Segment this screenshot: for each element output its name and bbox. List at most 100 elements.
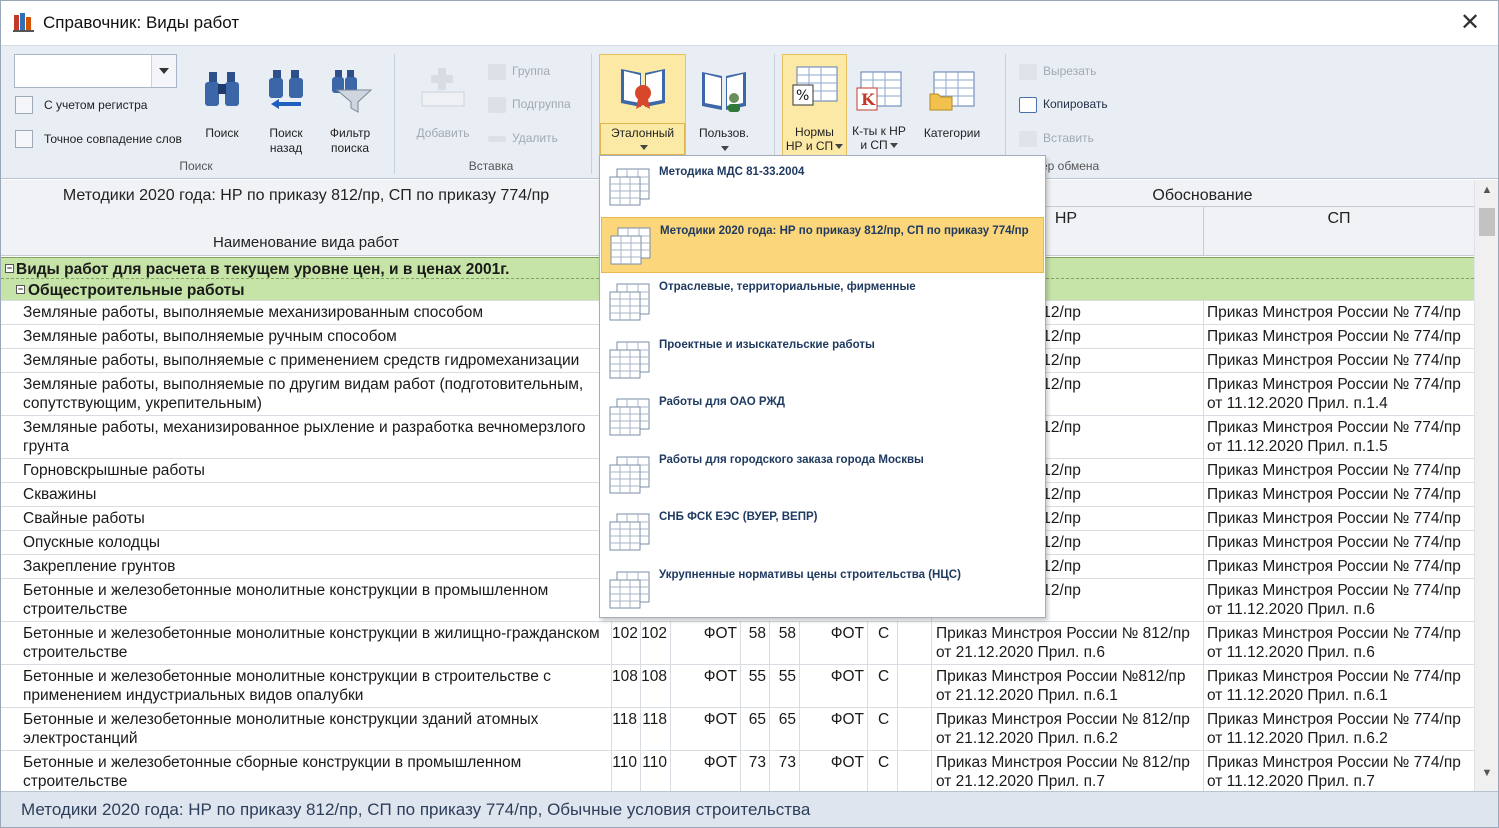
- work-type-name: Земляные работы, выполняемые ручным спос…: [23, 328, 397, 345]
- dropdown-item[interactable]: Укрупненные нормативы цены строительства…: [601, 562, 1044, 618]
- dropdown-item[interactable]: Методики 2020 года: НР по приказу 812/пр…: [601, 216, 1044, 273]
- paste-button[interactable]: Вставить: [1019, 128, 1094, 148]
- work-type-name: Земляные работы, механизированное рыхлен…: [23, 419, 586, 455]
- value-cell-d: 55: [740, 665, 769, 707]
- user-caret-icon: [691, 141, 757, 156]
- collapse-icon[interactable]: −: [16, 285, 25, 294]
- exact-match-label: Точное совпадение слов: [44, 132, 182, 146]
- table-row[interactable]: Бетонные и железобетонные монолитные кон…: [1, 708, 1474, 751]
- add-button[interactable]: Добавить: [407, 66, 479, 158]
- search-back-label-1: Поиск: [269, 126, 303, 140]
- add-row-icon: [421, 68, 465, 107]
- subgroup-button-label: Подгруппа: [512, 97, 571, 111]
- categories-button[interactable]: Категории: [915, 66, 989, 158]
- dropdown-item-label: Отраслевые, территориальные, фирменные: [659, 281, 916, 293]
- dropdown-item-label: Работы для ОАО РЖД: [659, 396, 785, 408]
- group-button-label: Группа: [512, 64, 551, 78]
- value-cell-c: ФОТ: [670, 665, 740, 707]
- dropdown-item[interactable]: Методика МДС 81-33.2004: [601, 159, 1044, 215]
- table-row[interactable]: Бетонные и железобетонные монолитные кон…: [1, 622, 1474, 665]
- filter-label-1: Фильтр: [329, 126, 371, 140]
- value-cell-b: 108: [640, 665, 670, 707]
- etalon-dropdown-part[interactable]: Эталонный: [600, 123, 685, 155]
- vertical-scrollbar[interactable]: ▲ ▼: [1474, 180, 1498, 791]
- norms-label-2: НР и СП: [783, 139, 846, 154]
- sp-basis-cell: Приказ Минстроя России № 774/пр от 11.12.…: [1203, 622, 1474, 664]
- case-sensitive-label: С учетом регистра: [44, 98, 148, 112]
- sp-basis-cell: Приказ Минстроя России № 774/пр: [1203, 459, 1474, 482]
- paste-icon: [1019, 130, 1037, 147]
- sp-header[interactable]: СП: [1204, 210, 1474, 228]
- dropdown-item[interactable]: Работы для городского заказа города Моск…: [601, 447, 1044, 503]
- value-cell-d: 65: [740, 708, 769, 750]
- dropdown-item[interactable]: Проектные и изыскательские работы: [601, 332, 1044, 388]
- table-doc-icon: [609, 398, 650, 436]
- norms-table-percent-icon: %: [792, 66, 837, 106]
- filter-funnel-icon: [332, 70, 373, 113]
- subgroup-icon: [488, 96, 506, 113]
- dropdown-item-label: СНБ ФСК ЕЭС (ВУЕР, ВЕПР): [659, 511, 818, 523]
- search-button[interactable]: Поиск: [191, 66, 253, 158]
- binoculars-back-icon: [269, 70, 303, 109]
- value-cell-a: 102: [611, 622, 640, 664]
- value-cell-b: 102: [640, 622, 670, 664]
- search-back-button[interactable]: Поиск назад: [255, 66, 317, 158]
- insert-group-label: Вставка: [468, 159, 514, 173]
- delete-button[interactable]: Удалить: [488, 128, 558, 148]
- dropdown-item-label: Работы для городского заказа города Моск…: [659, 453, 924, 466]
- scroll-thumb[interactable]: [1479, 208, 1495, 236]
- value-cell-e: 73: [769, 751, 799, 791]
- work-type-name: Земляные работы, выполняемые по другим в…: [23, 376, 584, 412]
- norms-button[interactable]: % Нормы НР и СП: [782, 54, 847, 156]
- delete-button-label: Удалить: [512, 131, 558, 145]
- table-doc-icon: [609, 341, 650, 378]
- delete-icon: [488, 135, 506, 142]
- sp-basis-cell: Приказ Минстроя России № 774/пр от 11.12.…: [1203, 579, 1474, 621]
- group-button[interactable]: Группа: [488, 61, 550, 81]
- subgroup-button[interactable]: Подгруппа: [488, 94, 571, 114]
- copy-button-label: Копировать: [1043, 97, 1108, 111]
- work-type-name: Бетонные и железобетонные монолитные кон…: [23, 625, 600, 661]
- table-doc-icon: [609, 571, 650, 608]
- sp-basis-cell: Приказ Минстроя России № 774/пр от 11.12.…: [1203, 708, 1474, 750]
- dropdown-item[interactable]: СНБ ФСК ЕЭС (ВУЕР, ВЕПР): [601, 504, 1044, 560]
- nr-header[interactable]: НР: [1046, 210, 1086, 228]
- table-doc-icon: [609, 513, 650, 551]
- chevron-down-icon[interactable]: [151, 55, 176, 87]
- case-sensitive-checkbox[interactable]: [15, 96, 33, 114]
- user-button[interactable]: Пользов.: [691, 66, 757, 158]
- scroll-down-icon[interactable]: ▼: [1475, 767, 1499, 787]
- scroll-up-icon[interactable]: ▲: [1475, 184, 1499, 204]
- search-button-label: Поиск: [205, 126, 239, 140]
- table-row[interactable]: Бетонные и железобетонные монолитные кон…: [1, 665, 1474, 708]
- cut-button-label: Вырезать: [1043, 64, 1097, 78]
- add-button-label: Добавить: [416, 126, 470, 140]
- work-type-name: Опускные колодцы: [23, 534, 160, 551]
- coefficients-button[interactable]: K К-ты к НР и СП: [849, 66, 909, 158]
- value-cell-b: 110: [640, 751, 670, 791]
- dropdown-item-label: Методика МДС 81-33.2004: [659, 166, 805, 178]
- dropdown-item[interactable]: Отраслевые, территориальные, фирменные: [601, 274, 1044, 330]
- close-button[interactable]: ✕: [1456, 9, 1484, 37]
- window: Справочник: Виды работ ✕ С учетом регист…: [0, 0, 1499, 828]
- table-row[interactable]: Бетонные и железобетонные сборные констр…: [1, 751, 1474, 791]
- copy-button[interactable]: Копировать: [1019, 94, 1108, 114]
- name-column-header[interactable]: Наименование вида работ: [1, 234, 611, 251]
- cut-button[interactable]: Вырезать: [1019, 61, 1096, 81]
- coefficients-label-2: и СП: [849, 138, 909, 153]
- sp-basis-cell: Приказ Минстроя России № 774/пр: [1203, 531, 1474, 554]
- collapse-icon[interactable]: −: [5, 264, 14, 273]
- clipboard-group-label: ер обмена: [1041, 159, 1100, 173]
- search-combo[interactable]: [14, 54, 177, 88]
- etalon-book-icon: [620, 69, 665, 109]
- exact-match-checkbox[interactable]: [15, 130, 33, 148]
- table-doc-icon: [609, 168, 650, 206]
- norms-label-1: Нормы: [795, 125, 834, 139]
- etalon-button[interactable]: Эталонный: [599, 54, 686, 156]
- work-type-name: Скважины: [23, 486, 97, 503]
- etalon-caret-icon: [601, 140, 684, 155]
- work-type-name: Бетонные и железобетонные монолитные кон…: [23, 711, 539, 747]
- dropdown-item-label: Методики 2020 года: НР по приказу 812/пр…: [660, 224, 1029, 237]
- dropdown-item[interactable]: Работы для ОАО РЖД: [601, 389, 1044, 445]
- filter-button[interactable]: Фильтр поиска: [319, 66, 381, 158]
